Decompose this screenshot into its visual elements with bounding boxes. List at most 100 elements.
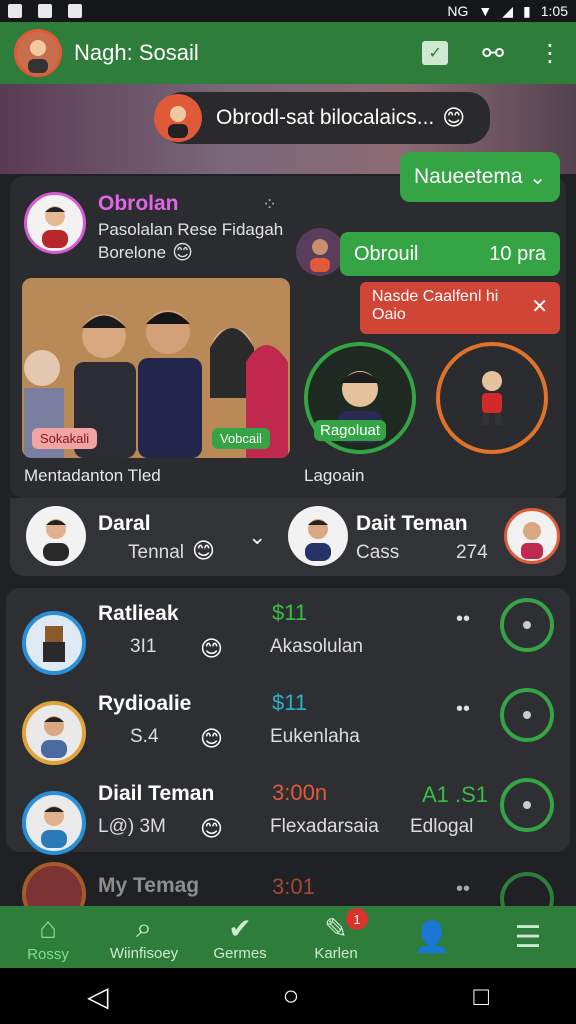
card-subtitle-1: Pasolalan Rese Fidagah: [98, 220, 284, 239]
more-icon[interactable]: ⋮: [538, 39, 562, 68]
group-photo[interactable]: Sokakali Vobcail: [22, 278, 290, 458]
nav-label: Rossy: [27, 945, 69, 963]
notification-badge: 1: [346, 908, 368, 930]
battery-icon: ▮: [523, 2, 531, 19]
chat-chip[interactable]: Obrouil 10 pra: [340, 232, 560, 276]
system-nav: ◁ ○ □: [0, 968, 576, 1024]
card-avatar[interactable]: [24, 192, 86, 254]
wifi-icon: ▼: [478, 3, 493, 19]
image-icon: [38, 4, 52, 18]
list-desc: Eukenlaha: [270, 726, 360, 747]
nav-label: Wiinfisoey: [109, 945, 179, 962]
list-meta: L@) 3M: [98, 816, 166, 837]
nav-menu[interactable]: ☰: [480, 906, 576, 968]
story-label: Ragoluat: [314, 420, 387, 441]
select-button[interactable]: [500, 598, 554, 652]
banner-emoji: 😊: [442, 105, 466, 130]
home-circle-icon[interactable]: ○: [282, 980, 299, 1012]
list-name: Ratlieak: [98, 602, 179, 625]
games-icon: ✔: [228, 913, 252, 944]
friend-avatar-3[interactable]: [504, 508, 560, 564]
list-avatar: [22, 611, 86, 675]
status-text: NG: [447, 3, 469, 19]
search-icon: ⌕: [136, 912, 152, 943]
nav-search[interactable]: ⌕ Wiinfisoey: [96, 906, 192, 968]
list-avatar: [22, 791, 86, 855]
story-orange[interactable]: [436, 342, 548, 454]
list-item[interactable]: My Temag 3:01 ••: [10, 862, 566, 906]
nav-label: Germes: [213, 945, 267, 962]
friend-sub-1: Tennal: [128, 542, 184, 563]
list-price: 3:01: [272, 874, 315, 899]
menu-icon: ☰: [514, 920, 542, 954]
select-button[interactable]: [500, 688, 554, 742]
more-dots-icon[interactable]: ••: [456, 608, 470, 631]
chevron-down-icon: ⌄: [529, 166, 546, 189]
list-desc: Akasolulan: [270, 636, 363, 657]
grid-icon[interactable]: ⁘: [262, 194, 277, 215]
chat-chip-time: 10 pra: [489, 242, 546, 265]
error-line-1: Nasde Caalfenl hi: [372, 288, 499, 305]
list-price: 3:00n: [272, 780, 328, 805]
more-dots-icon[interactable]: ••: [456, 698, 470, 721]
list-name: Diail Teman: [98, 782, 215, 805]
list-price: $11: [272, 600, 308, 625]
bottom-nav: ⌂ Rossy ⌕ Wiinfisoey ✔ Germes ✎ 1 Karlen…: [0, 906, 576, 968]
profile-icon: 👤: [413, 920, 451, 954]
photo-caption: Mentadanton Tled: [24, 466, 161, 485]
list-extra-top: A1 .S1: [422, 782, 489, 807]
nav-games[interactable]: ✔ Germes: [192, 906, 288, 968]
friend-emoji-1: 😊: [192, 538, 215, 563]
error-tooltip: Nasde Caalfenl hi Oaio ✕: [360, 282, 560, 334]
close-icon[interactable]: ✕: [531, 294, 548, 319]
checkbox-icon[interactable]: ✓: [422, 41, 449, 65]
select-button[interactable]: [500, 778, 554, 832]
friend-name-2: Dait Teman: [356, 512, 468, 535]
home-icon: ⌂: [38, 911, 58, 945]
bag-icon: [68, 4, 82, 18]
chevron-down-icon[interactable]: ⌄: [248, 524, 266, 550]
list-emoji: 😊: [200, 816, 223, 841]
list-item[interactable]: Rydioalie S.4 😊 $11 Eukenlaha ••: [10, 688, 566, 778]
more-dots-icon[interactable]: ••: [456, 878, 470, 901]
chat-chip-label: Obrouil: [354, 242, 419, 265]
nav-label: Karlen: [314, 945, 358, 962]
list-price: $11: [272, 690, 308, 715]
link-icon[interactable]: ⚯: [482, 38, 504, 69]
list-name: Rydioalie: [98, 692, 192, 715]
pen-icon: ✎: [324, 913, 348, 944]
nav-profile[interactable]: 👤: [384, 906, 480, 968]
back-icon[interactable]: ◁: [87, 980, 109, 1013]
nav-home[interactable]: ⌂ Rossy: [0, 906, 96, 968]
list-avatar: [22, 701, 86, 765]
error-line-2: Oaio: [372, 306, 406, 323]
badge-label: Naueetema: [414, 165, 523, 188]
banner-text: Obrodl-sat bilocalaics...: [216, 106, 435, 129]
card-emoji: 😊: [172, 242, 193, 264]
chip-avatar: [296, 228, 344, 276]
list-item[interactable]: Ratlieak 3I1 😊 $11 Akasolulan ••: [10, 598, 566, 688]
friend-name-1: Daral: [98, 512, 151, 535]
friend-avatar-2[interactable]: [288, 506, 348, 566]
list-emoji: 😊: [200, 726, 223, 751]
naueetema-badge[interactable]: Naueetema ⌄: [400, 152, 560, 202]
list-emoji: 😊: [200, 636, 223, 661]
list-desc: Flexadarsaia: [270, 816, 379, 837]
right-label: Lagoain: [304, 466, 365, 485]
friend-avatar-1[interactable]: [26, 506, 86, 566]
status-bar: NG ▼ ◢ ▮ 1:05: [0, 0, 576, 22]
list-item[interactable]: Diail Teman L@) 3M 😊 3:00n Flexadarsaia …: [10, 778, 566, 868]
page-title: Nagh: Sosail: [74, 40, 199, 65]
banner-pill[interactable]: Obrodl-sat bilocalaics... 😊: [154, 92, 490, 144]
photo-tag-right: Vobcail: [212, 428, 270, 449]
list-avatar: [22, 862, 86, 906]
nav-karlen[interactable]: ✎ 1 Karlen: [288, 906, 384, 968]
user-avatar[interactable]: [14, 29, 62, 77]
card-title: Obrolan: [98, 192, 179, 215]
list-name: My Temag: [98, 874, 200, 897]
select-button[interactable]: [500, 872, 554, 906]
recents-icon[interactable]: □: [473, 981, 489, 1012]
app-bar: Nagh: Sosail ✓ ⚯ ⋮: [0, 22, 576, 84]
list-meta: 3I1: [130, 636, 157, 657]
banner-avatar: [154, 94, 202, 142]
